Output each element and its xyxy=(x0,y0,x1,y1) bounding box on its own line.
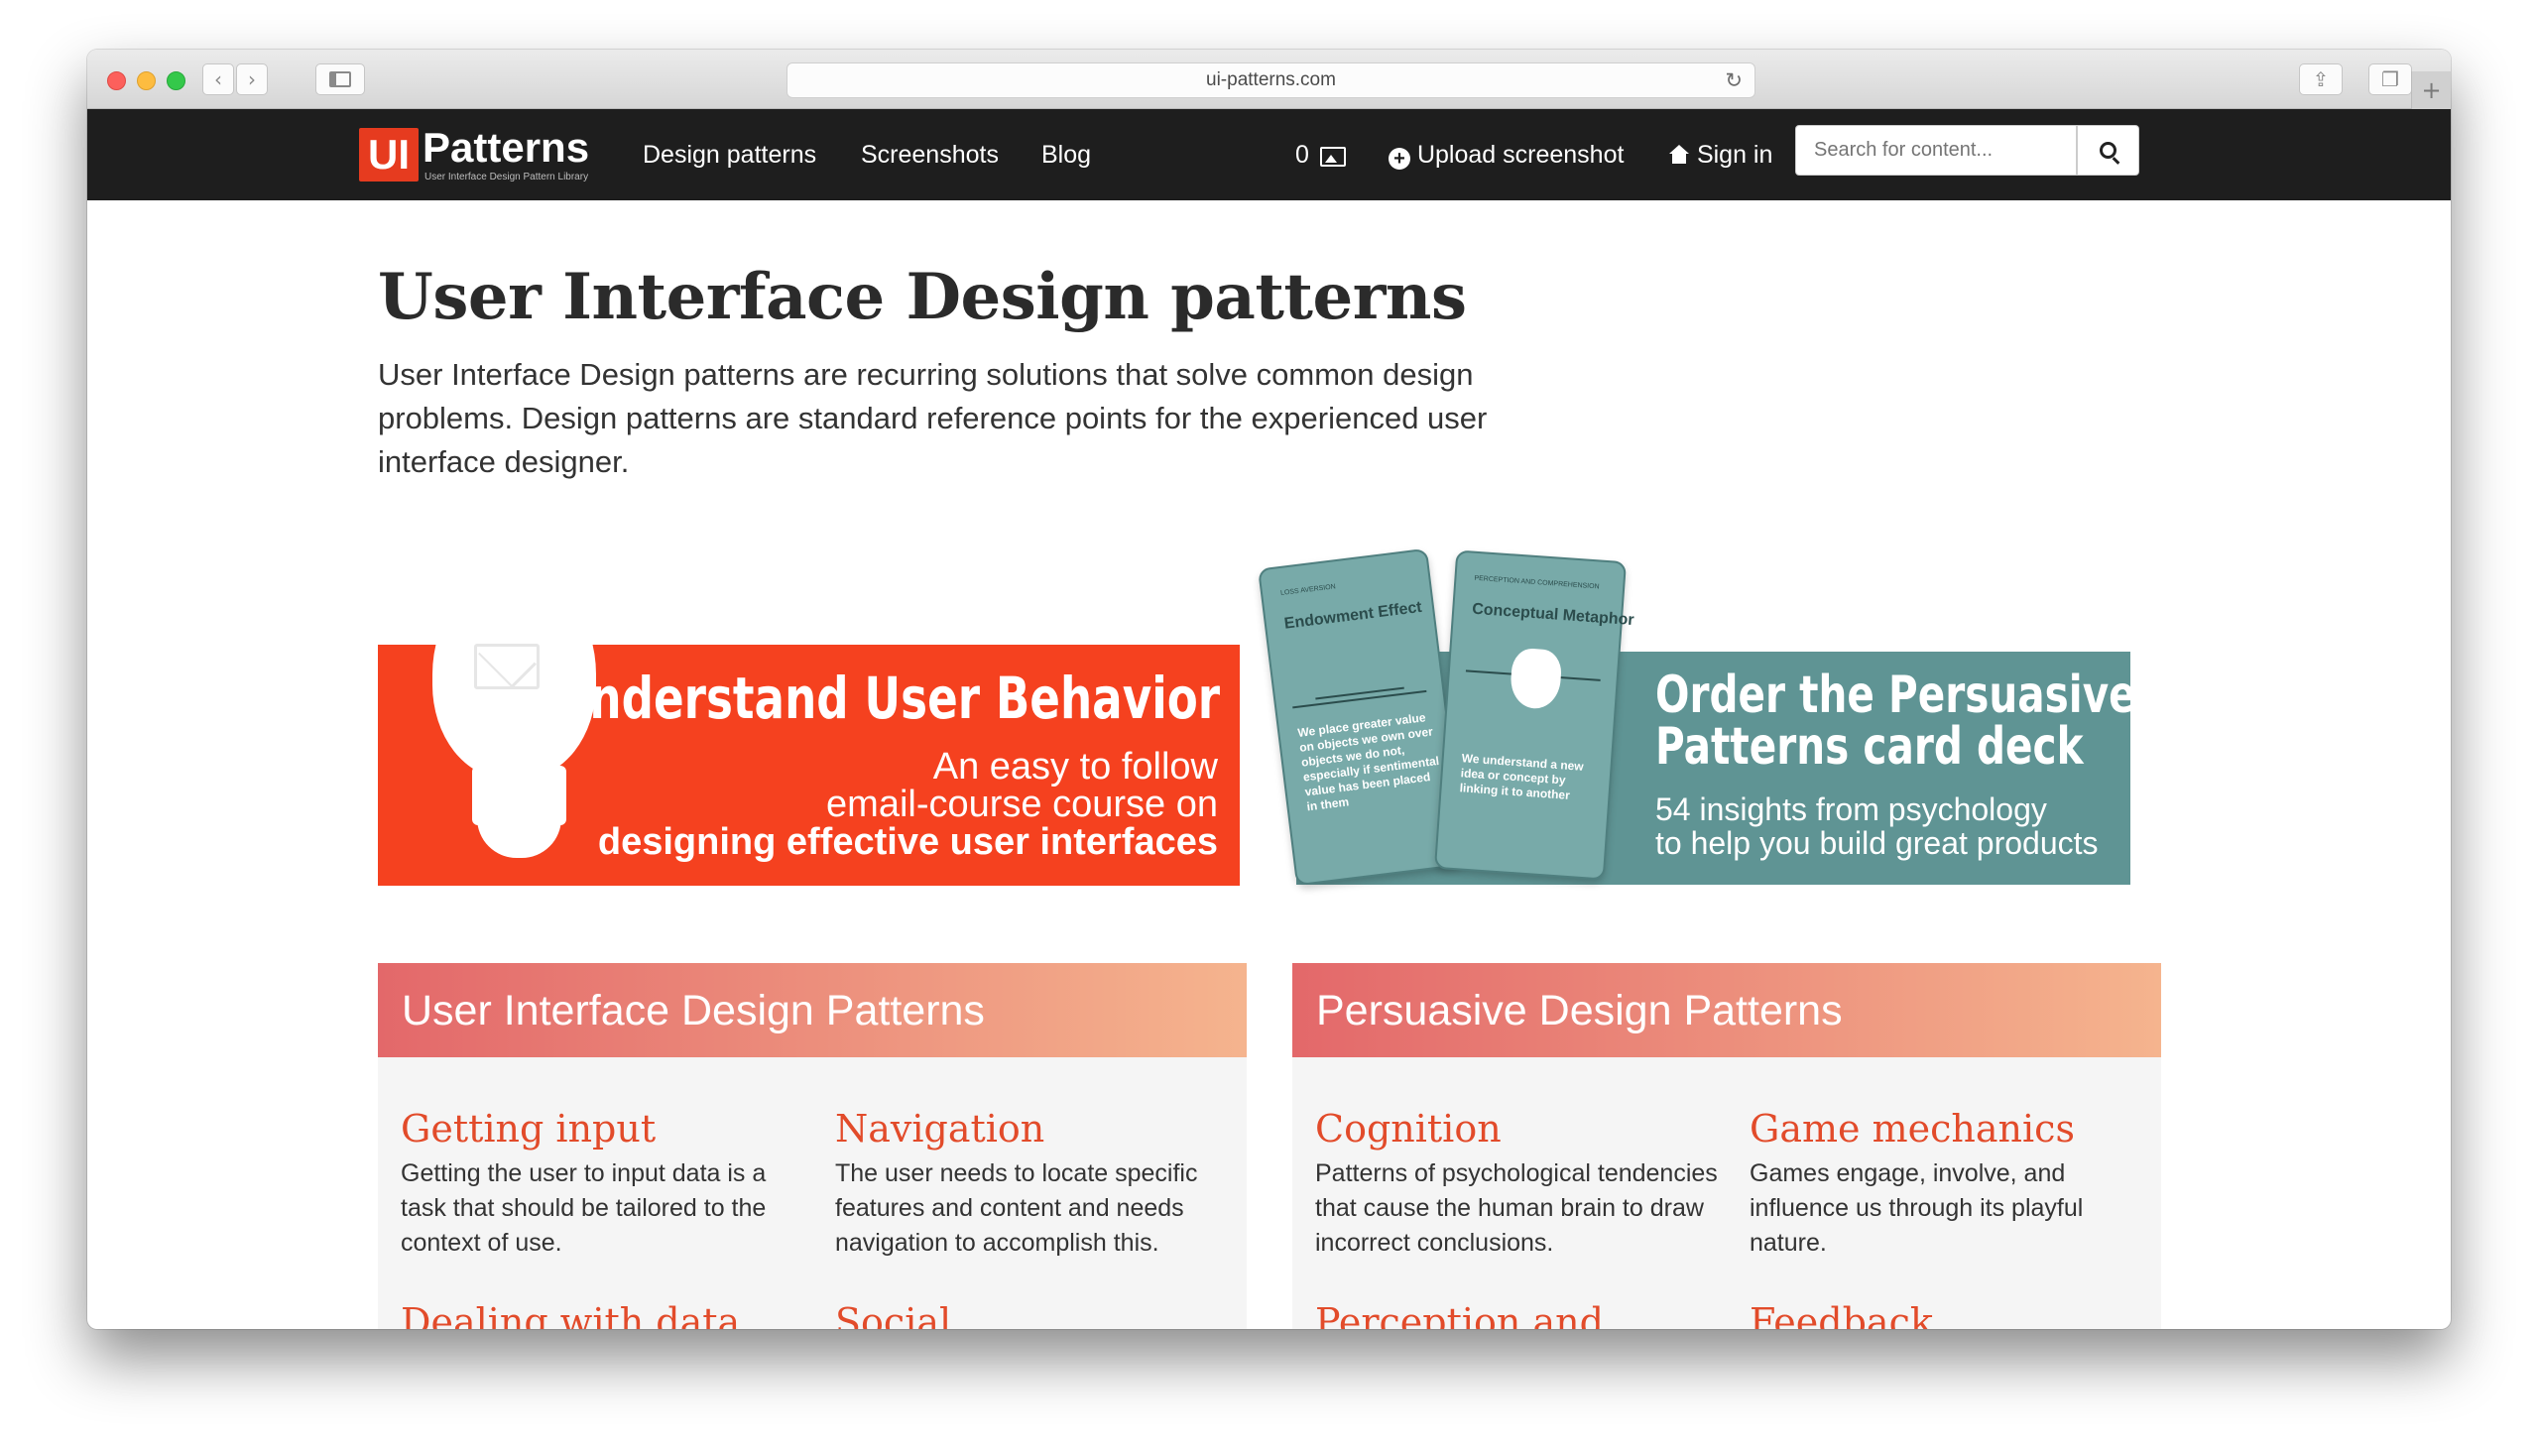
share-icon: ⇪ xyxy=(2312,67,2330,91)
envelope-icon xyxy=(474,644,540,689)
image-icon xyxy=(1320,147,1346,167)
card-deck-sub-line2: to help you build great products xyxy=(1655,825,2099,861)
card-category: PERCEPTION AND COMPREHENSION xyxy=(1474,574,1600,591)
zoom-window-button[interactable] xyxy=(167,71,185,90)
back-button[interactable]: ‹ xyxy=(202,63,234,95)
category-description: Patterns of psychological tendencies tha… xyxy=(1315,1159,1718,1257)
panel-heading[interactable]: Persuasive Design Patterns xyxy=(1292,963,2161,1057)
category-description: The user needs to locate specific featur… xyxy=(835,1159,1198,1257)
sign-in-label: Sign in xyxy=(1696,141,1773,169)
card-deck-banner-subtitle: 54 insights from psychology to help you … xyxy=(1655,792,2099,860)
iceberg-icon xyxy=(1509,647,1563,710)
endowment-effect-card: LOSS AVERSION Endowment Effect We place … xyxy=(1258,547,1466,887)
address-bar[interactable]: ui-patterns.com ↻ xyxy=(786,62,1755,98)
forward-button[interactable]: › xyxy=(236,63,268,95)
category-description: Getting the user to input data is a task… xyxy=(401,1159,767,1257)
sidebar-toggle-button[interactable] xyxy=(315,63,365,95)
chevron-left-icon: ‹ xyxy=(214,67,222,91)
home-icon xyxy=(1668,145,1690,165)
site-navbar: UI Patterns User Interface Design Patter… xyxy=(87,109,2451,200)
chevron-right-icon: › xyxy=(248,67,256,91)
card-body: We understand a new idea or concept by l… xyxy=(1459,751,1585,802)
minimize-window-button[interactable] xyxy=(137,71,156,90)
plus-circle-icon: + xyxy=(1389,148,1410,170)
card-deck-banner[interactable]: LOSS AVERSION Endowment Effect We place … xyxy=(1258,547,2136,887)
tabs-icon: ❐ xyxy=(2381,67,2399,91)
share-button[interactable]: ⇪ xyxy=(2299,63,2343,95)
card-category: LOSS AVERSION xyxy=(1279,583,1337,598)
search-button[interactable] xyxy=(2077,125,2139,176)
category-dealing-with-data-link[interactable]: Dealing with data xyxy=(401,1300,740,1329)
sidebar-icon xyxy=(329,71,351,87)
category-perception-link[interactable]: Perception and xyxy=(1315,1300,1604,1329)
course-banner-line2: email-course course on xyxy=(826,784,1218,825)
card-deck-title-line1: Order the Persuasive xyxy=(1655,666,2136,725)
card-body: We place greater value on objects we own… xyxy=(1296,710,1440,814)
page-intro: User Interface Design patterns are recur… xyxy=(378,357,1488,479)
new-tab-button[interactable]: + xyxy=(2411,71,2451,109)
conceptual-metaphor-card: PERCEPTION AND COMPREHENSION Conceptual … xyxy=(1433,549,1634,881)
persuasive-patterns-panel: Persuasive Design Patterns Cognition Pat… xyxy=(1292,963,2161,1329)
course-banner-title: Understand User Behavior xyxy=(552,665,1220,732)
category-social-link[interactable]: Social xyxy=(835,1300,951,1329)
logo-wordmark: Patterns xyxy=(423,124,590,171)
card-deck-sub-line1: 54 insights from psychology xyxy=(1655,791,2047,827)
ui-patterns-panel: User Interface Design Patterns Getting i… xyxy=(378,963,1247,1329)
category-getting-input-link[interactable]: Getting input xyxy=(401,1107,656,1151)
tabs-overview-button[interactable]: ❐ xyxy=(2368,63,2412,95)
browser-toolbar: ‹ › ui-patterns.com ↻ ⇪ ❐ + xyxy=(87,50,2451,109)
category-navigation-link[interactable]: Navigation xyxy=(835,1107,1044,1151)
search-icon xyxy=(2100,142,2116,159)
browser-window: ‹ › ui-patterns.com ↻ ⇪ ❐ + UI Patterns … xyxy=(87,50,2451,1329)
logo-tagline: User Interface Design Pattern Library xyxy=(424,172,589,182)
screenshot-count: 0 xyxy=(1295,141,1309,169)
course-banner-line1: An easy to follow xyxy=(932,746,1218,788)
nav-screenshots-link[interactable]: Screenshots xyxy=(861,141,999,170)
card-deck-title-line2: Patterns card deck xyxy=(1655,717,2084,777)
url-text: ui-patterns.com xyxy=(1206,69,1336,90)
nav-blog-link[interactable]: Blog xyxy=(1041,141,1091,170)
category-feedback-link[interactable]: Feedback xyxy=(1750,1300,1933,1329)
category-description: Games engage, involve, and influence us … xyxy=(1750,1159,2084,1257)
sign-in-link[interactable]: Sign in xyxy=(1668,141,1772,170)
people-illustration-icon xyxy=(1311,653,1404,700)
upload-screenshot-label: Upload screenshot xyxy=(1416,141,1625,169)
course-banner-line3: designing effective user interfaces xyxy=(597,821,1218,863)
page-title: User Interface Design patterns xyxy=(378,260,1467,334)
nav-design-patterns-link[interactable]: Design patterns xyxy=(643,141,816,170)
card-title: Conceptual Metaphor xyxy=(1471,600,1635,630)
category-game-mechanics-link[interactable]: Game mechanics xyxy=(1750,1107,2075,1151)
plus-icon: + xyxy=(2421,76,2442,104)
panel-heading[interactable]: User Interface Design Patterns xyxy=(378,963,1247,1057)
upload-screenshot-link[interactable]: + Upload screenshot xyxy=(1389,141,1624,170)
search-input[interactable] xyxy=(1795,125,2077,176)
category-cognition-link[interactable]: Cognition xyxy=(1315,1107,1502,1151)
logo-ui-mark: UI xyxy=(359,128,419,182)
card-title: Endowment Effect xyxy=(1282,598,1423,633)
email-course-banner[interactable]: Understand User Behavior An easy to foll… xyxy=(378,570,1240,886)
close-window-button[interactable] xyxy=(107,71,126,90)
reload-icon[interactable]: ↻ xyxy=(1725,68,1743,92)
card-deck-banner-title: Order the Persuasive Patterns card deck xyxy=(1655,669,2136,773)
